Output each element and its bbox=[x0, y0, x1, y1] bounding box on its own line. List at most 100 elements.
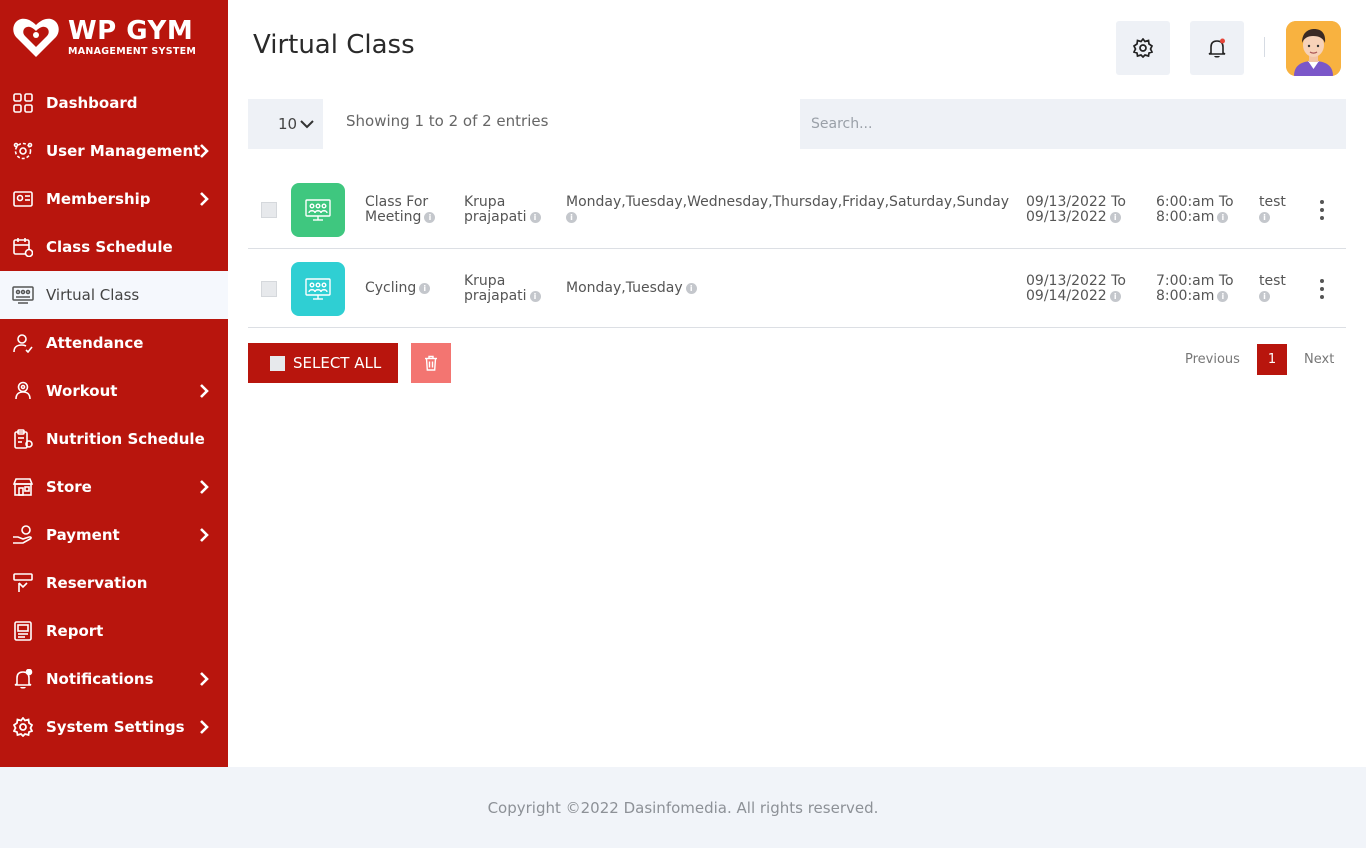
workout-icon bbox=[12, 380, 34, 402]
sidebar-item-notifications[interactable]: Notifications bbox=[0, 655, 228, 703]
chevron-right-icon bbox=[200, 144, 209, 158]
info-icon[interactable]: i bbox=[1109, 211, 1121, 223]
row-actions-menu[interactable] bbox=[1319, 279, 1325, 303]
info-icon[interactable]: i bbox=[1259, 211, 1270, 223]
sidebar-item-label: Membership bbox=[46, 190, 151, 208]
class-dates: 09/13/2022 To 09/13/2022 i bbox=[1026, 194, 1126, 225]
pagination-page[interactable]: 1 bbox=[1257, 344, 1287, 375]
reservation-icon bbox=[12, 572, 34, 594]
class-name: Cycling i bbox=[365, 281, 431, 296]
info-icon[interactable]: i bbox=[1217, 290, 1229, 302]
sidebar-item-label: Payment bbox=[46, 526, 120, 544]
chevron-down-icon bbox=[300, 120, 314, 129]
info-icon[interactable]: i bbox=[1259, 290, 1270, 302]
sidebar-item-virtual-class[interactable]: Virtual Class bbox=[0, 271, 228, 319]
page-length-select[interactable]: 10 bbox=[248, 99, 323, 149]
chevron-right-icon bbox=[200, 192, 209, 206]
info-icon[interactable]: i bbox=[685, 282, 697, 294]
virtual-class-icon bbox=[12, 284, 34, 306]
attendance-user-icon bbox=[12, 332, 34, 354]
calendar-icon bbox=[12, 236, 34, 258]
info-icon[interactable]: i bbox=[566, 211, 577, 223]
select-all-button[interactable]: SELECT ALL bbox=[248, 343, 398, 383]
bell-icon bbox=[12, 668, 34, 690]
virtual-class-icon bbox=[305, 278, 331, 300]
sidebar-item-label: User Management bbox=[46, 142, 201, 160]
row-checkbox[interactable] bbox=[261, 202, 277, 218]
report-icon bbox=[12, 620, 34, 642]
sidebar-item-label: Dashboard bbox=[46, 94, 138, 112]
sidebar-item-attendance[interactable]: Attendance bbox=[0, 319, 228, 367]
sidebar-item-label: Report bbox=[46, 622, 104, 640]
sidebar-item-label: Attendance bbox=[46, 334, 144, 352]
class-days: Monday,Tuesday i bbox=[566, 281, 697, 296]
chevron-right-icon bbox=[200, 384, 209, 398]
sidebar-item-label: Class Schedule bbox=[46, 238, 173, 256]
class-topic: test i bbox=[1259, 194, 1286, 223]
pagination-previous[interactable]: Previous bbox=[1185, 352, 1240, 367]
class-time: 7:00:am To 8:00:am i bbox=[1156, 273, 1234, 304]
bell-icon bbox=[1208, 38, 1226, 58]
sidebar-item-class-schedule[interactable]: Class Schedule bbox=[0, 223, 228, 271]
notifications-button[interactable] bbox=[1190, 21, 1244, 75]
chevron-right-icon bbox=[200, 720, 209, 734]
brand-title: WP GYM bbox=[68, 15, 194, 46]
pagination-next[interactable]: Next bbox=[1304, 352, 1334, 367]
sidebar-item-workout[interactable]: Workout bbox=[0, 367, 228, 415]
payment-hand-icon bbox=[12, 524, 34, 546]
staff-name: Krupa prajapati i bbox=[464, 195, 541, 225]
sidebar-item-dashboard[interactable]: Dashboard bbox=[0, 79, 228, 127]
select-all-checkbox[interactable] bbox=[270, 355, 285, 371]
class-time: 6:00:am To 8:00:am i bbox=[1156, 194, 1234, 225]
table-row: Cycling i Krupa prajapati i Monday,Tuesday i… bbox=[248, 249, 1346, 328]
table-row: Class For Meeting i Krupa prajapati i Monday… bbox=[248, 170, 1346, 249]
store-icon bbox=[12, 476, 34, 498]
brand-subtitle: MANAGEMENT SYSTEM bbox=[68, 45, 197, 57]
row-actions-menu[interactable] bbox=[1319, 200, 1325, 224]
sidebar-item-label: Virtual Class bbox=[46, 286, 140, 304]
info-icon[interactable]: i bbox=[1217, 211, 1229, 223]
membership-card-icon bbox=[12, 188, 34, 210]
settings-button[interactable] bbox=[1116, 21, 1170, 75]
brand-logo[interactable]: WP GYM MANAGEMENT SYSTEM bbox=[12, 14, 222, 60]
avatar[interactable] bbox=[1286, 21, 1341, 76]
sidebar-item-store[interactable]: Store bbox=[0, 463, 228, 511]
gear-icon bbox=[12, 716, 34, 738]
sidebar: WP GYM MANAGEMENT SYSTEM Dashboard User … bbox=[0, 0, 228, 767]
delete-button[interactable] bbox=[411, 343, 451, 383]
staff-name: Krupa prajapati i bbox=[464, 274, 541, 304]
class-name: Class For Meeting i bbox=[365, 195, 436, 225]
search-input[interactable] bbox=[800, 99, 1346, 149]
info-icon[interactable]: i bbox=[419, 282, 431, 294]
sidebar-item-nutrition-schedule[interactable]: Nutrition Schedule bbox=[0, 415, 228, 463]
chevron-right-icon bbox=[200, 672, 209, 686]
chevron-right-icon bbox=[200, 480, 209, 494]
sidebar-item-label: Nutrition Schedule bbox=[46, 430, 205, 448]
users-gear-icon bbox=[12, 140, 34, 162]
sidebar-item-system-settings[interactable]: System Settings bbox=[0, 703, 228, 751]
row-checkbox[interactable] bbox=[261, 281, 277, 297]
sidebar-item-report[interactable]: Report bbox=[0, 607, 228, 655]
virtual-class-icon bbox=[305, 199, 331, 221]
class-thumbnail bbox=[291, 262, 345, 316]
chevron-right-icon bbox=[200, 528, 209, 542]
gear-icon bbox=[1133, 38, 1153, 58]
sidebar-item-user-management[interactable]: User Management bbox=[0, 127, 228, 175]
copyright-text: Copyright ©2022 Dasinfomedia. All rights… bbox=[487, 799, 879, 817]
class-dates: 09/13/2022 To 09/14/2022 i bbox=[1026, 273, 1126, 304]
sidebar-item-label: Workout bbox=[46, 382, 118, 400]
dashboard-grid-icon bbox=[12, 92, 34, 114]
sidebar-item-membership[interactable]: Membership bbox=[0, 175, 228, 223]
sidebar-item-payment[interactable]: Payment bbox=[0, 511, 228, 559]
header-divider bbox=[1264, 37, 1265, 57]
info-icon[interactable]: i bbox=[529, 211, 541, 223]
sidebar-item-label: Reservation bbox=[46, 574, 148, 592]
info-icon[interactable]: i bbox=[424, 211, 436, 223]
class-days: Monday,Tuesday,Wednesday,Thursday,Friday… bbox=[566, 194, 1009, 223]
info-icon[interactable]: i bbox=[529, 290, 541, 302]
class-topic: test i bbox=[1259, 273, 1286, 302]
info-icon[interactable]: i bbox=[1109, 290, 1121, 302]
sidebar-nav: Dashboard User Management Membership Cla… bbox=[0, 79, 228, 751]
sidebar-item-label: Notifications bbox=[46, 670, 154, 688]
sidebar-item-reservation[interactable]: Reservation bbox=[0, 559, 228, 607]
